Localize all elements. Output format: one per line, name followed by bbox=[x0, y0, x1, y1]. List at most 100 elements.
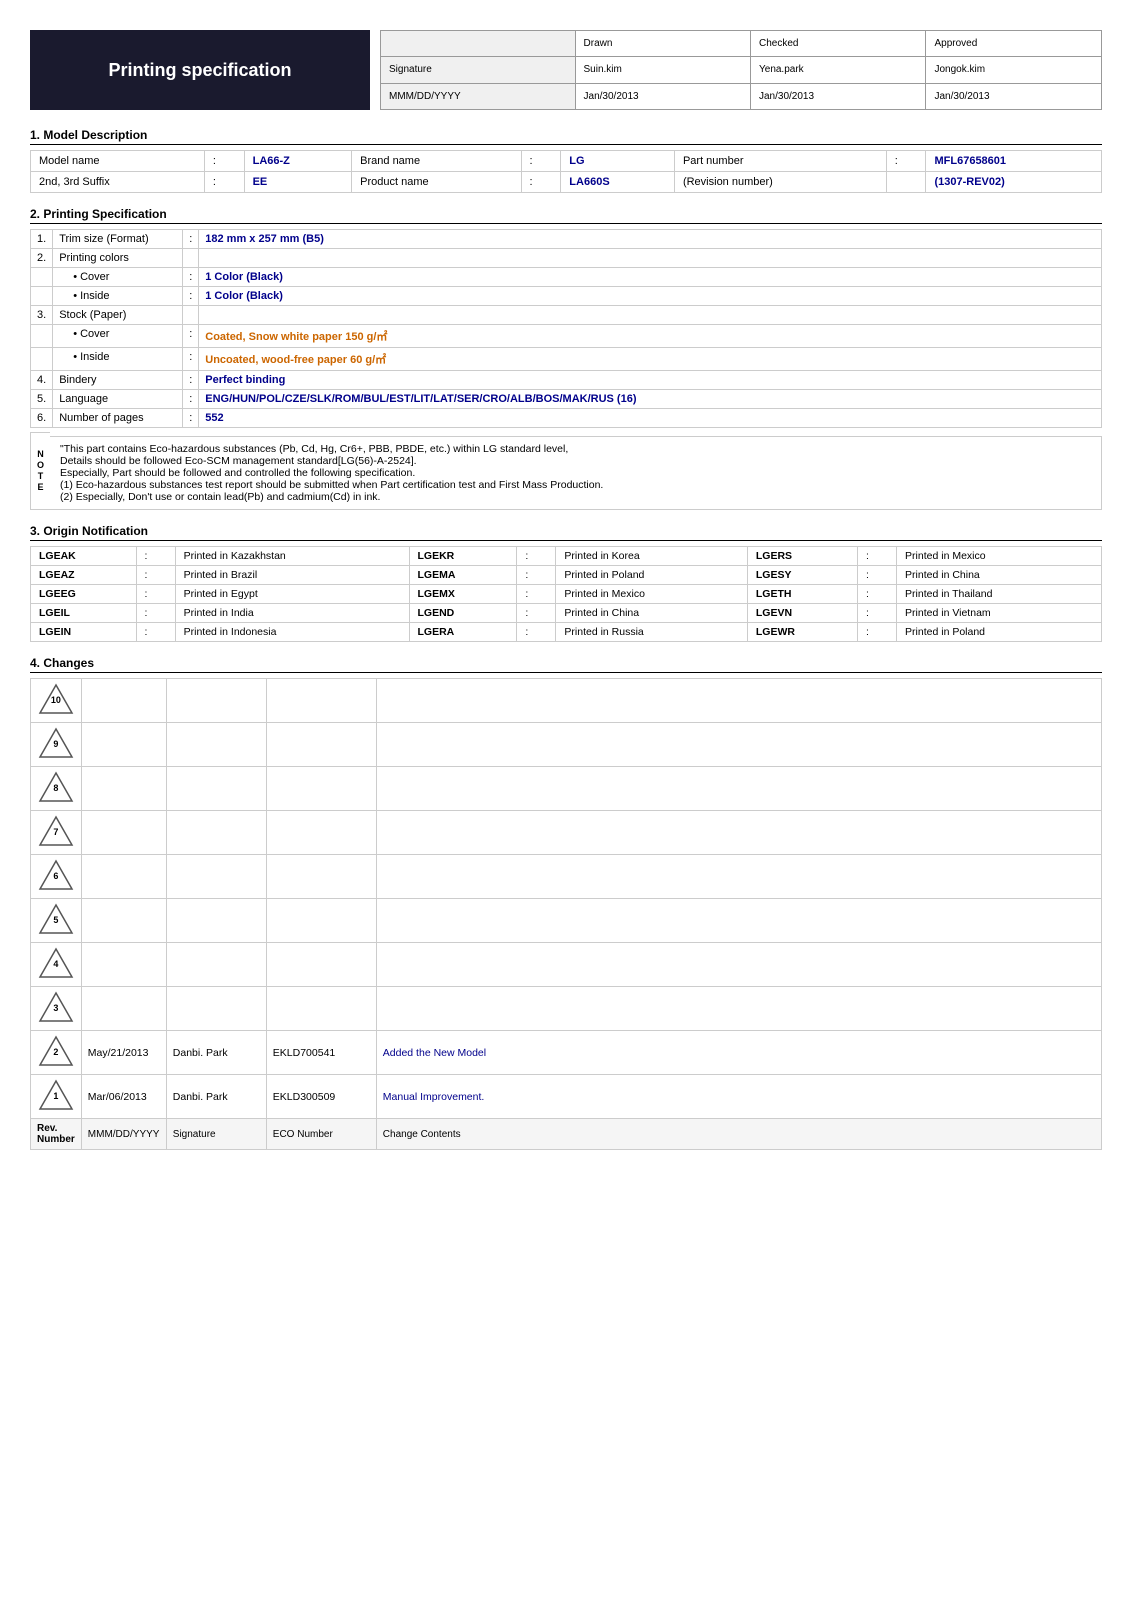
rev-num-5: 5 bbox=[53, 915, 58, 925]
change-content-5 bbox=[376, 899, 1101, 943]
origin-lgekr-sep: : bbox=[517, 547, 556, 566]
spec-colon-1: : bbox=[183, 230, 199, 249]
spec-colon-inside1: : bbox=[183, 287, 199, 306]
spec-value-cover2: Coated, Snow white paper 150 g/㎡ bbox=[199, 325, 1102, 348]
origin-lgeeg-country: Printed in Egypt bbox=[175, 585, 409, 604]
origin-lgemx-code: LGEMX bbox=[409, 585, 517, 604]
note-line-5: (2) Especially, Don't use or contain lea… bbox=[60, 491, 1091, 503]
origin-lgekr-country: Printed in Korea bbox=[556, 547, 747, 566]
spec-table: 1. Trim size (Format) : 182 mm x 257 mm … bbox=[30, 229, 1102, 428]
changes-footer-change: Change Contents bbox=[376, 1119, 1101, 1150]
change-row-3: 3 bbox=[31, 987, 1102, 1031]
spec-value-stock bbox=[199, 306, 1102, 325]
part-number-colon: : bbox=[886, 151, 926, 172]
changes-footer-eco: ECO Number bbox=[266, 1119, 376, 1150]
change-row-8: 8 bbox=[31, 767, 1102, 811]
rev-cell-2: 2 bbox=[31, 1031, 82, 1075]
spec-value-inside1: 1 Color (Black) bbox=[199, 287, 1102, 306]
change-content-1: Manual Improvement. bbox=[376, 1075, 1101, 1119]
table-row: LGEIL : Printed in India LGEND : Printed… bbox=[31, 604, 1102, 623]
rev-cell-1: 1 bbox=[31, 1075, 82, 1119]
origin-lgevn-country: Printed in Vietnam bbox=[897, 604, 1102, 623]
change-date-1: Mar/06/2013 bbox=[81, 1075, 166, 1119]
approval-approved-date: Jan/30/2013 bbox=[926, 83, 1102, 109]
origin-lgema-country: Printed in Poland bbox=[556, 566, 747, 585]
spec-num-inside1 bbox=[31, 287, 53, 306]
table-row: • Cover : 1 Color (Black) bbox=[31, 268, 1102, 287]
title-box: Printing specification bbox=[30, 30, 370, 110]
origin-lgeth-country: Printed in Thailand bbox=[897, 585, 1102, 604]
change-content-4 bbox=[376, 943, 1101, 987]
page-title: Printing specification bbox=[108, 60, 291, 81]
change-row-4: 4 bbox=[31, 943, 1102, 987]
model-name-colon: : bbox=[204, 151, 244, 172]
change-content-2: Added the New Model bbox=[376, 1031, 1101, 1075]
change-eco-6 bbox=[266, 855, 376, 899]
origin-lgeak-code: LGEAK bbox=[31, 547, 137, 566]
rev-num-2: 2 bbox=[53, 1047, 58, 1057]
brand-name-label: Brand name bbox=[352, 151, 521, 172]
change-eco-10 bbox=[266, 679, 376, 723]
approval-checked-header: Checked bbox=[751, 31, 926, 57]
origin-lgers-country: Printed in Mexico bbox=[897, 547, 1102, 566]
spec-value-bindery: Perfect binding bbox=[199, 371, 1102, 390]
origin-lgend-code: LGEND bbox=[409, 604, 517, 623]
table-row: LGEAZ : Printed in Brazil LGEMA : Printe… bbox=[31, 566, 1102, 585]
origin-lgeil-sep: : bbox=[136, 604, 175, 623]
change-row-5: 5 bbox=[31, 899, 1102, 943]
model-name-value: LA66-Z bbox=[244, 151, 352, 172]
spec-value-inside2: Uncoated, wood-free paper 60 g/㎡ bbox=[199, 348, 1102, 371]
origin-lgevn-code: LGEVN bbox=[747, 604, 857, 623]
approval-sig-label: Signature bbox=[381, 57, 576, 83]
table-row: LGEIN : Printed in Indonesia LGERA : Pri… bbox=[31, 623, 1102, 642]
change-row-9: 9 bbox=[31, 723, 1102, 767]
approval-checked-sig: Yena.park bbox=[751, 57, 926, 83]
table-row: • Inside : 1 Color (Black) bbox=[31, 287, 1102, 306]
approval-empty bbox=[381, 31, 576, 57]
spec-colon-5: : bbox=[183, 390, 199, 409]
revision-label: (Revision number) bbox=[674, 172, 886, 193]
model-info-table: Model name : LA66-Z Brand name : LG Part… bbox=[30, 150, 1102, 193]
brand-name-value: LG bbox=[561, 151, 675, 172]
change-eco-2: EKLD700541 bbox=[266, 1031, 376, 1075]
origin-lgewr-code: LGEWR bbox=[747, 623, 857, 642]
origin-lgend-sep: : bbox=[517, 604, 556, 623]
origin-lgemx-sep: : bbox=[517, 585, 556, 604]
section4-title: 4. Changes bbox=[30, 656, 1102, 673]
change-date-3 bbox=[81, 987, 166, 1031]
section-model-description: 1. Model Description Model name : LA66-Z… bbox=[30, 128, 1102, 193]
approval-drawn-header: Drawn bbox=[575, 31, 750, 57]
change-sig-4 bbox=[166, 943, 266, 987]
approval-table: Drawn Checked Approved Signature Suin.ki… bbox=[380, 30, 1102, 110]
part-number-label: Part number bbox=[674, 151, 886, 172]
change-content-7 bbox=[376, 811, 1101, 855]
change-eco-8 bbox=[266, 767, 376, 811]
change-eco-5 bbox=[266, 899, 376, 943]
note-line-4: (1) Eco-hazardous substances test report… bbox=[60, 479, 1091, 491]
change-sig-10 bbox=[166, 679, 266, 723]
section-printing-spec: 2. Printing Specification 1. Trim size (… bbox=[30, 207, 1102, 510]
revision-colon bbox=[886, 172, 926, 193]
origin-lgers-code: LGERS bbox=[747, 547, 857, 566]
origin-lgeeg-sep: : bbox=[136, 585, 175, 604]
table-row: 2nd, 3rd Suffix : EE Product name : LA66… bbox=[31, 172, 1102, 193]
rev-num-1: 1 bbox=[53, 1091, 58, 1101]
origin-lgeil-code: LGEIL bbox=[31, 604, 137, 623]
change-sig-1: Danbi. Park bbox=[166, 1075, 266, 1119]
spec-colon-inside2: : bbox=[183, 348, 199, 371]
origin-lgeth-sep: : bbox=[857, 585, 896, 604]
origin-lgema-sep: : bbox=[517, 566, 556, 585]
change-date-10 bbox=[81, 679, 166, 723]
rev-num-7: 7 bbox=[53, 827, 58, 837]
approval-approved-sig: Jongok.kim bbox=[926, 57, 1102, 83]
change-date-4 bbox=[81, 943, 166, 987]
change-sig-5 bbox=[166, 899, 266, 943]
table-row: 2. Printing colors bbox=[31, 249, 1102, 268]
approval-drawn-date: Jan/30/2013 bbox=[575, 83, 750, 109]
change-eco-9 bbox=[266, 723, 376, 767]
section2-title: 2. Printing Specification bbox=[30, 207, 1102, 224]
origin-lgesy-sep: : bbox=[857, 566, 896, 585]
spec-colon-cover2: : bbox=[183, 325, 199, 348]
spec-label-inside1: • Inside bbox=[53, 287, 183, 306]
change-date-2: May/21/2013 bbox=[81, 1031, 166, 1075]
